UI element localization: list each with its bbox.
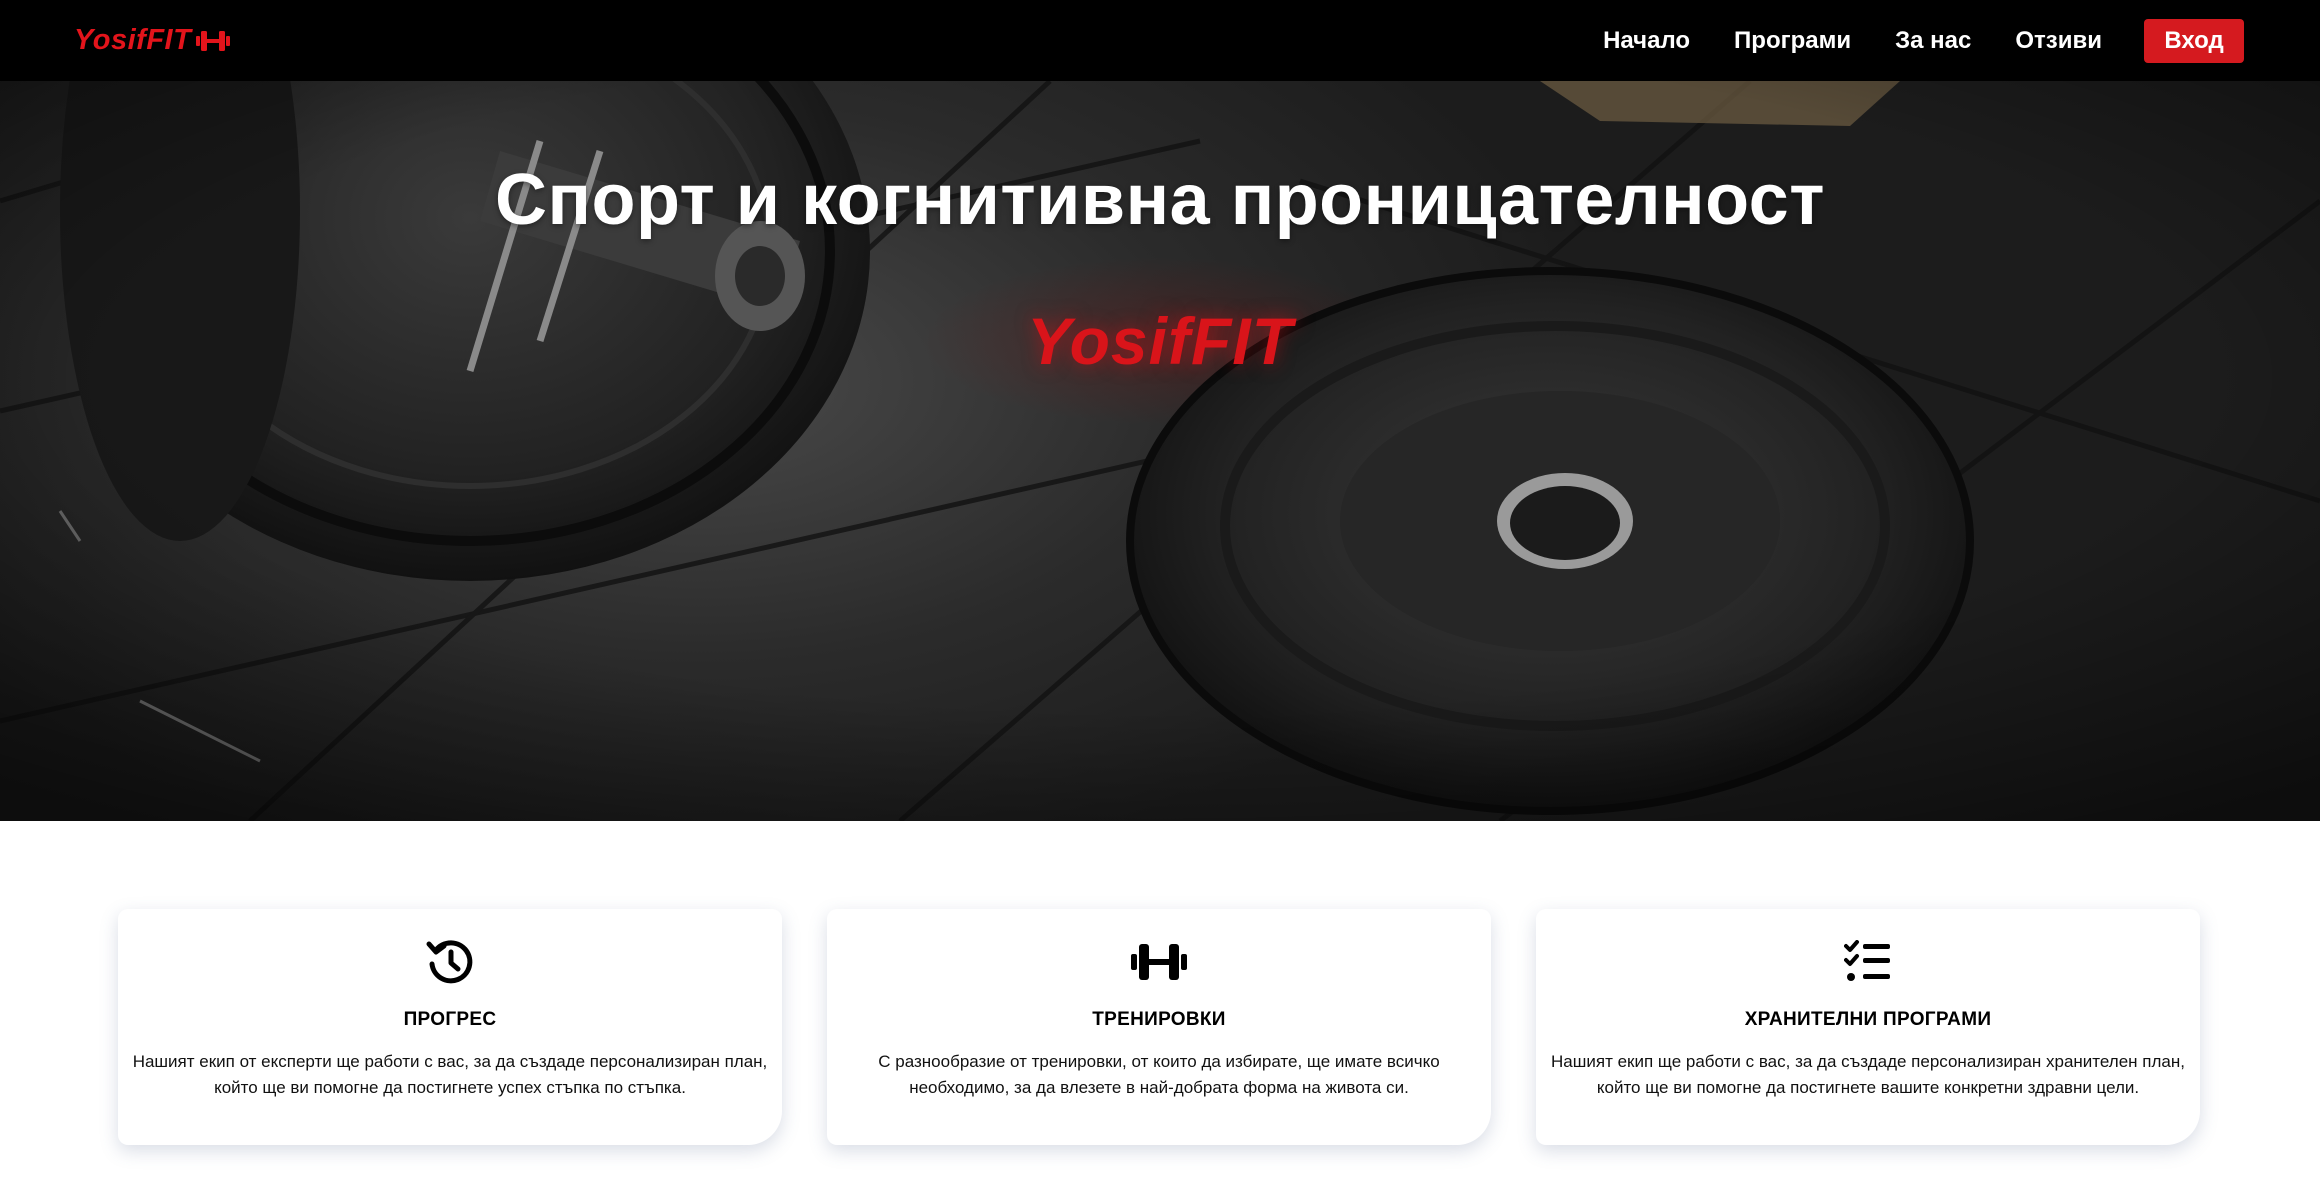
nav-link-reviews[interactable]: Отзиви (2015, 27, 2102, 55)
brand-name: YosifFIT (74, 24, 192, 56)
features-section: ПРОГРЕС Нашият екип от експерти ще работ… (0, 821, 2320, 1204)
feature-title: ХРАНИТЕЛНИ ПРОГРАМИ (1744, 1009, 1992, 1030)
top-navbar: YosifFIT Начало Програми За нас Отзиви В… (0, 0, 2320, 81)
nav-link-programs[interactable]: Програми (1734, 27, 1851, 55)
feature-description: Нашият екип ще работи с вас, за да създа… (1551, 1052, 2185, 1097)
history-clock-icon (118, 937, 782, 987)
brand-logo[interactable]: YosifFIT (74, 24, 231, 57)
checklist-icon (1536, 937, 2200, 987)
feature-card-nutrition: ХРАНИТЕЛНИ ПРОГРАМИ Нашият екип ще работ… (1536, 909, 2200, 1145)
feature-card-workouts: ТРЕНИРОВКИ С разнообразие от тренировки,… (827, 909, 1491, 1145)
hero-title: Спорт и когнитивна проницателност (495, 160, 1825, 240)
feature-title: ПРОГРЕС (403, 1009, 497, 1030)
dumbbell-icon (827, 937, 1491, 987)
hero-banner: Спорт и когнитивна проницателност YosifF… (0, 81, 2320, 821)
nav-link-home[interactable]: Начало (1603, 27, 1690, 55)
feature-description: Нашият екип от експерти ще работи с вас,… (132, 1052, 768, 1097)
feature-card-progress: ПРОГРЕС Нашият екип от експерти ще работ… (118, 909, 782, 1145)
nav-link-about[interactable]: За нас (1895, 27, 1971, 55)
feature-title: ТРЕНИРОВКИ (1092, 1009, 1226, 1030)
nav-links: Начало Програми За нас Отзиви Вход (1603, 18, 2244, 63)
login-button[interactable]: Вход (2144, 18, 2244, 63)
hero-logo-text: YosifFIT (1027, 304, 1293, 378)
feature-description: С разнообразие от тренировки, от които д… (878, 1052, 1440, 1097)
dumbbell-icon (195, 28, 231, 54)
